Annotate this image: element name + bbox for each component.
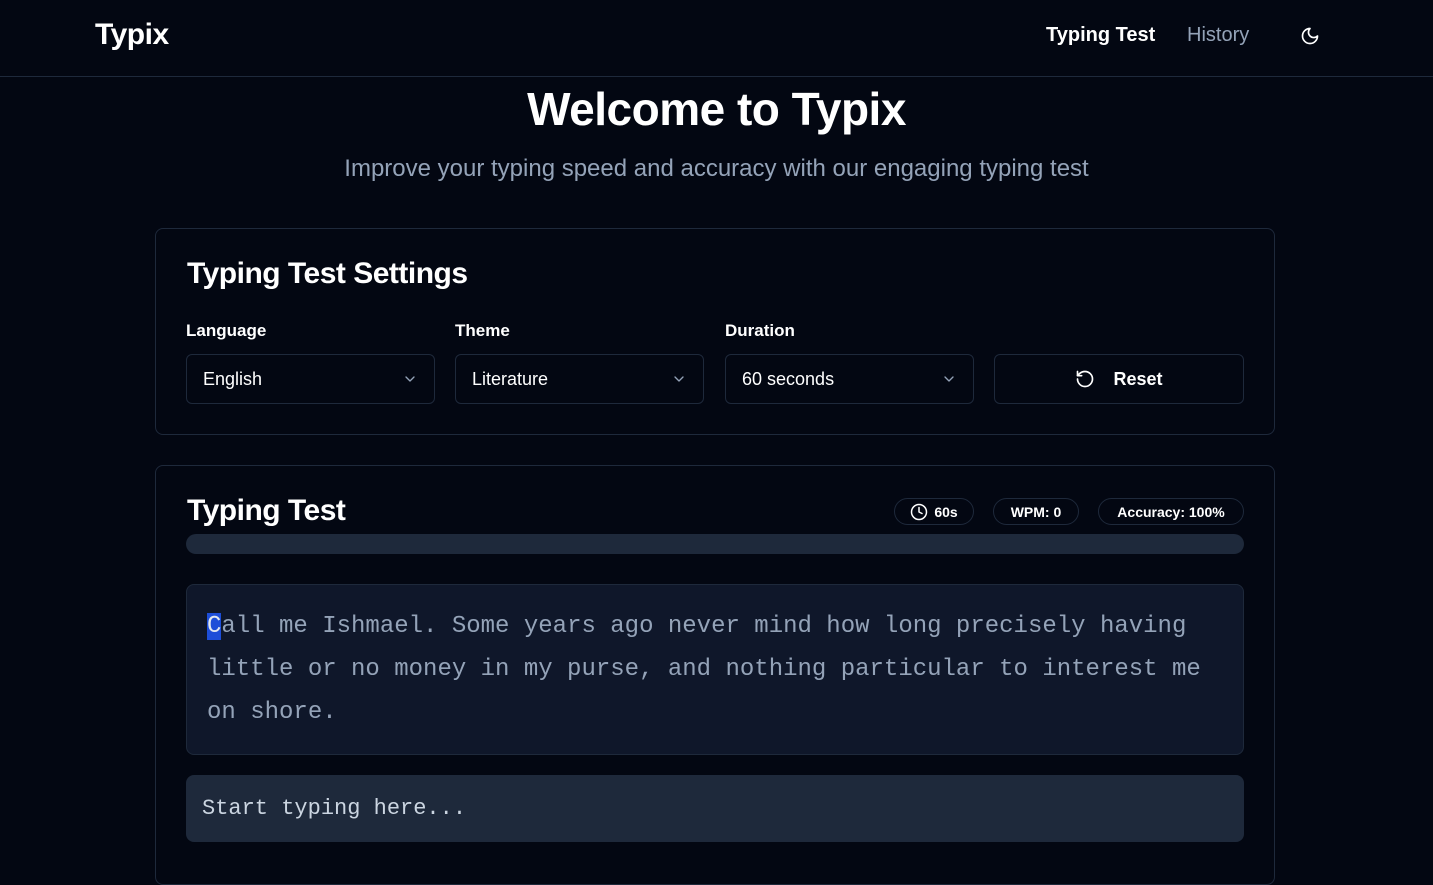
theme-select[interactable]: Literature [455,354,704,404]
theme-label: Theme [455,321,510,340]
theme-select-value: Literature [472,368,549,389]
language-label: Language [186,321,267,340]
current-char: C [207,613,222,640]
timer-value: 60s [934,503,958,520]
nav-link-typing-test[interactable]: Typing Test [1046,24,1155,47]
chevron-down-icon [944,376,954,382]
typing-test-card: Typing Test 60s WPM: 0 Accuracy: 100% Ca… [155,465,1275,885]
duration-select-value: 60 seconds [742,368,835,389]
settings-title: Typing Test Settings [187,257,468,290]
chevron-down-icon [674,376,684,382]
rotate-ccw-icon [1077,370,1094,388]
language-select[interactable]: English [186,354,435,404]
duration-select[interactable]: 60 seconds [725,354,974,404]
typing-test-title: Typing Test [187,494,346,527]
navbar: Typix Typing Test History [0,0,1433,77]
moon-icon [1301,27,1319,45]
language-select-value: English [203,368,263,389]
accuracy-value: Accuracy: 100% [1117,503,1225,520]
timer-badge: 60s [894,498,974,525]
theme-toggle-button[interactable] [1296,22,1324,50]
reset-button-label: Reset [1113,368,1163,389]
wpm-badge: WPM: 0 [993,498,1079,525]
reset-button[interactable]: Reset [994,354,1244,404]
brand-logo[interactable]: Typix [95,18,169,52]
wpm-value: WPM: 0 [1010,503,1062,520]
progress-bar [186,534,1244,554]
nav-link-history[interactable]: History [1187,24,1249,47]
duration-label: Duration [725,321,795,340]
settings-card: Typing Test Settings Language English Th… [155,228,1275,435]
page-title: Welcome to Typix [527,83,906,135]
remaining-text: all me Ishmael. Some years ago never min… [207,613,1201,726]
page-subtitle: Improve your typing speed and accuracy w… [344,155,1089,182]
accuracy-badge: Accuracy: 100% [1098,498,1244,525]
chevron-down-icon [405,376,415,382]
typing-input[interactable] [186,775,1244,842]
clock-icon [911,503,928,520]
target-text: Call me Ishmael. Some years ago never mi… [186,584,1244,755]
